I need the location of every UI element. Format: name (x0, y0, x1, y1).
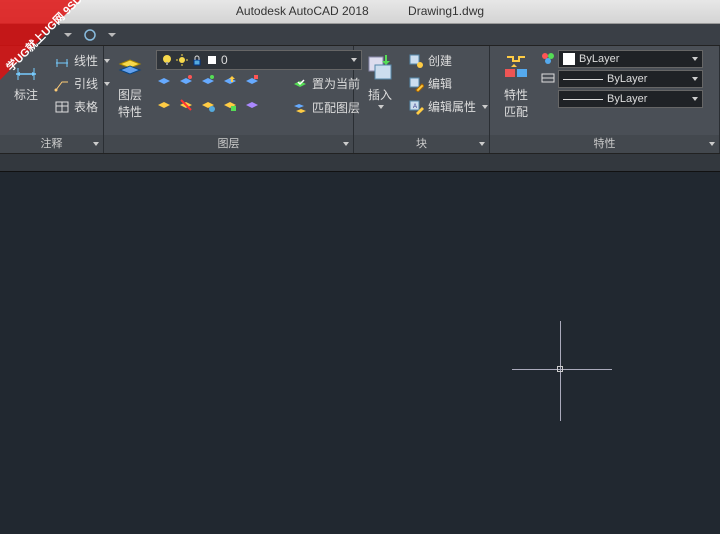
panel-title-annotate[interactable]: 注释 (0, 135, 103, 153)
edit-attr-icon: A (408, 99, 424, 115)
layer-tool-5[interactable] (244, 73, 260, 89)
linetype-sample (563, 99, 603, 100)
dimension-label: 标注 (14, 86, 38, 103)
block-edit-button[interactable]: 编辑 (404, 73, 492, 94)
lock-icon (191, 54, 203, 66)
edit-block-icon (408, 76, 424, 92)
svg-text:A: A (413, 104, 417, 110)
layer-name-value: 0 (221, 53, 228, 67)
layer-tool-8[interactable] (200, 97, 216, 113)
color-dropdown[interactable]: ByLayer (558, 50, 703, 68)
insert-button[interactable]: 插入 (358, 50, 402, 111)
layer-tool-6[interactable] (156, 97, 172, 113)
layer-properties-label: 图层 特性 (118, 86, 142, 120)
bulb-icon (161, 54, 173, 66)
dimension-icon (10, 52, 42, 84)
layer-dropdown[interactable]: 0 (156, 50, 362, 70)
match-prop-icon (500, 52, 532, 84)
lineweight-sample (563, 79, 603, 80)
block-edit-attr-button[interactable]: A 编辑属性 (404, 96, 492, 117)
layer-properties-button[interactable]: 图层 特性 (108, 50, 152, 122)
lineweight-dropdown[interactable]: ByLayer (558, 70, 703, 88)
layer-tool-2[interactable] (178, 73, 194, 89)
layer-properties-icon (114, 52, 146, 84)
prop-tool-2[interactable] (540, 69, 556, 87)
qat-dropdown-2[interactable] (104, 27, 120, 43)
qat-workspace-icon[interactable] (82, 27, 98, 43)
table-icon (54, 99, 70, 115)
create-block-icon (408, 53, 424, 69)
panel-properties: 特性 匹配 ByLayer ByLayer By (490, 46, 720, 153)
linear-icon (54, 53, 70, 69)
linetype-dropdown[interactable]: ByLayer (558, 90, 703, 108)
title-text: Autodesk AutoCAD 2018 Drawing1.dwg (0, 0, 720, 18)
drawing-canvas[interactable] (0, 172, 720, 534)
block-create-button[interactable]: 创建 (404, 50, 492, 71)
layer-set-current-button2[interactable]: 置为当前 (290, 73, 362, 94)
panel-title-block[interactable]: 块 (354, 135, 489, 153)
plot-icon (206, 54, 218, 66)
panel-title-properties[interactable]: 特性 (490, 135, 719, 153)
document-tab-strip[interactable] (0, 154, 720, 172)
qat-dropdown[interactable] (60, 27, 76, 43)
quick-access-toolbar (0, 24, 720, 46)
prop-tool-1[interactable] (540, 50, 556, 68)
layer-tool-10[interactable] (244, 97, 260, 113)
layer-match-button[interactable]: 匹配图层 (290, 97, 362, 118)
sun-icon (176, 54, 188, 66)
dimension-button[interactable]: 标注 (4, 50, 48, 105)
set-current-icon (292, 76, 308, 92)
pickbox (557, 366, 563, 372)
color-swatch (563, 53, 575, 65)
panel-title-layers[interactable]: 图层 (104, 135, 353, 153)
insert-icon (364, 52, 396, 84)
match-layer-icon (292, 100, 308, 116)
leader-icon (54, 76, 70, 92)
panel-annotate: 标注 线性 引线 表格 注释 (0, 46, 104, 153)
layer-tool-1[interactable] (156, 73, 172, 89)
layer-tool-3[interactable] (200, 73, 216, 89)
title-bar: Autodesk AutoCAD 2018 Drawing1.dwg (0, 0, 720, 24)
panel-block: 插入 创建 编辑 A 编辑属性 块 (354, 46, 490, 153)
match-prop-label: 特性 匹配 (504, 86, 528, 120)
ribbon: 标注 线性 引线 表格 注释 (0, 46, 720, 154)
layer-tool-9[interactable] (222, 97, 238, 113)
layer-tool-7[interactable] (178, 97, 194, 113)
layer-set-current-button[interactable] (266, 73, 286, 93)
layer-tool-4[interactable] (222, 73, 238, 89)
insert-label: 插入 (368, 86, 392, 103)
panel-layers: 图层 特性 0 (104, 46, 354, 153)
match-properties-button[interactable]: 特性 匹配 (494, 50, 538, 122)
